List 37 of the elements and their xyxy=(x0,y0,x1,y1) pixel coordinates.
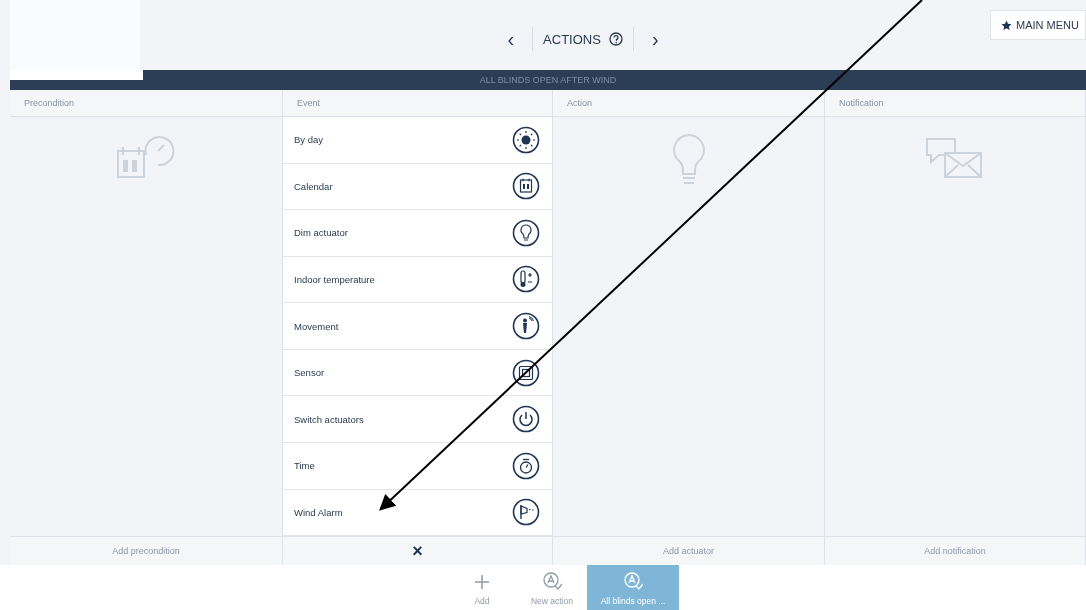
event-item[interactable]: Calendar xyxy=(283,163,552,211)
event-label: Calendar xyxy=(294,180,333,192)
event-item[interactable]: Movement xyxy=(283,303,552,350)
close-button[interactable]: × xyxy=(283,536,552,565)
event-item[interactable]: By day xyxy=(283,117,552,164)
event-item[interactable]: Sensor xyxy=(283,349,552,397)
action-icon xyxy=(542,572,562,590)
person-icon xyxy=(512,312,540,341)
plus-icon xyxy=(474,574,490,590)
event-item[interactable]: Switch actuators xyxy=(283,396,552,443)
stopwatch-icon xyxy=(512,451,540,480)
windsock-icon xyxy=(512,498,540,527)
action-icon xyxy=(623,572,643,590)
event-label: Wind Alarm xyxy=(294,506,343,518)
event-label: Dim actuator xyxy=(294,227,348,239)
thermometer-icon xyxy=(512,265,540,294)
event-label: Sensor xyxy=(294,367,325,379)
event-label: Switch actuators xyxy=(294,413,364,425)
calendar-icon xyxy=(512,172,540,201)
star-icon xyxy=(1001,19,1013,31)
action-name: ALL BLINDS OPEN AFTER WIND xyxy=(479,75,617,85)
event-item[interactable]: Dim actuator xyxy=(283,210,552,257)
event-item[interactable]: Time xyxy=(283,442,552,490)
event-item[interactable]: Indoor temperature xyxy=(283,256,552,304)
event-label: Indoor temperature xyxy=(294,273,375,285)
sensor-icon xyxy=(512,358,540,387)
help-icon[interactable] xyxy=(608,32,623,46)
page-title: ACTIONS xyxy=(532,27,634,51)
event-label: Movement xyxy=(294,320,339,332)
main-menu-button[interactable]: MAIN MENU xyxy=(990,10,1086,40)
sun-icon xyxy=(512,125,540,154)
previous-button[interactable]: ‹ xyxy=(499,27,523,51)
event-label: By day xyxy=(294,134,324,146)
light-bulb-icon xyxy=(512,218,540,247)
next-button[interactable]: › xyxy=(643,27,667,51)
power-icon xyxy=(512,405,540,434)
event-label: Time xyxy=(294,460,315,472)
